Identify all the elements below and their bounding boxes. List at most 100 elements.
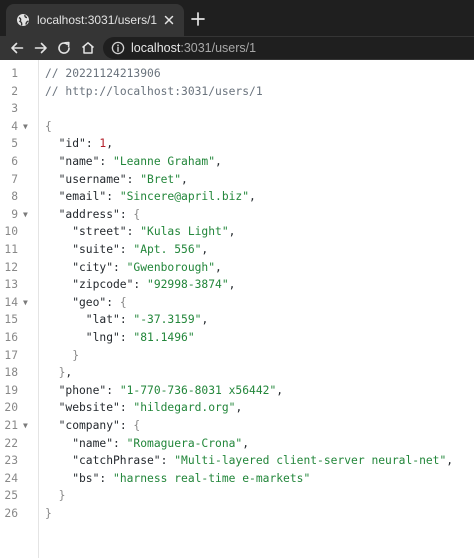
code-text: "geo": { bbox=[45, 294, 127, 312]
code-line: 19 "phone": "1-770-736-8031 x56442", bbox=[0, 382, 474, 400]
token-brace: } bbox=[72, 348, 79, 362]
code-text: "website": "hildegard.org", bbox=[45, 399, 243, 417]
code-line: 20 "website": "hildegard.org", bbox=[0, 399, 474, 417]
reload-icon[interactable] bbox=[56, 40, 72, 56]
token-comment: // 20221124213906 bbox=[45, 67, 161, 80]
line-number: 12 bbox=[4, 260, 18, 274]
fold-toggle-icon[interactable]: ▼ bbox=[23, 118, 28, 136]
code-text: "username": "Bret", bbox=[45, 171, 188, 189]
token-punct: , bbox=[249, 190, 256, 204]
line-number: 7 bbox=[11, 172, 18, 186]
fold-toggle-icon[interactable]: ▼ bbox=[23, 206, 28, 224]
token-punct: : bbox=[106, 383, 120, 397]
line-number: 1 bbox=[11, 67, 18, 80]
token-str: "1-770-736-8031 x56442" bbox=[119, 383, 277, 397]
token-str: "-37.3159" bbox=[133, 313, 202, 327]
token-punct: , bbox=[235, 401, 243, 415]
url-path: :3031/users/1 bbox=[180, 41, 257, 55]
token-key: "suite" bbox=[72, 243, 120, 256]
globe-icon bbox=[17, 14, 29, 26]
token-key: "zipcode" bbox=[72, 278, 134, 292]
token-punct: , bbox=[276, 383, 284, 397]
token-punct: , bbox=[201, 243, 209, 256]
token-brace: { bbox=[133, 419, 141, 432]
code-text: } bbox=[45, 505, 52, 523]
url-host: localhost bbox=[131, 41, 181, 55]
token-comment: // http://localhost:3031/users/1 bbox=[45, 84, 263, 98]
token-brace: { bbox=[133, 207, 141, 221]
new-tab-plus-icon[interactable] bbox=[189, 10, 207, 28]
token-punct: : bbox=[113, 436, 127, 450]
code-line: 4 ▼ { bbox=[0, 118, 474, 136]
browser-tab[interactable]: localhost:3031/users/1 bbox=[6, 4, 184, 36]
token-brace: { bbox=[119, 295, 127, 309]
code-line: 5 "id": 1, bbox=[0, 135, 474, 153]
line-number: 19 bbox=[4, 383, 18, 397]
code-text: "address": { bbox=[45, 206, 141, 224]
line-number: 5 bbox=[11, 137, 18, 151]
token-punct: : bbox=[160, 454, 175, 468]
code-text: "phone": "1-770-736-8031 x56442", bbox=[45, 382, 283, 400]
code-line: 3 bbox=[0, 100, 474, 118]
home-icon[interactable] bbox=[80, 40, 96, 56]
token-str: "Sincere@april.biz" bbox=[119, 190, 250, 204]
token-punct: : bbox=[106, 190, 120, 204]
line-number: 18 bbox=[4, 366, 18, 380]
code-text: } bbox=[45, 487, 66, 505]
code-line: 1 // 20221124213906 bbox=[0, 65, 474, 83]
line-number: 15 bbox=[4, 313, 18, 327]
line-number: 11 bbox=[4, 243, 18, 256]
token-key: "lat" bbox=[85, 313, 120, 327]
line-number: 17 bbox=[4, 348, 18, 362]
line-number: 3 bbox=[11, 102, 18, 116]
forward-arrow-icon[interactable] bbox=[33, 40, 49, 56]
line-number: 6 bbox=[11, 155, 18, 168]
code-text: "street": "Kulas Light", bbox=[45, 223, 235, 241]
back-arrow-icon[interactable] bbox=[9, 40, 25, 56]
line-number: 4 bbox=[11, 119, 18, 133]
token-punct: , bbox=[106, 137, 114, 151]
token-punct: , bbox=[228, 278, 236, 292]
code-text: }, bbox=[45, 364, 73, 382]
token-punct: , bbox=[201, 313, 209, 327]
url-text[interactable]: localhost:3031/users/1 bbox=[131, 37, 256, 59]
token-punct: : bbox=[119, 401, 134, 415]
code-line: 2 // http://localhost:3031/users/1 bbox=[0, 83, 474, 101]
token-str: "81.1496" bbox=[133, 331, 195, 344]
token-punct: : bbox=[119, 313, 134, 327]
line-number: 26 bbox=[4, 507, 18, 520]
code-line: 15 "lat": "-37.3159", bbox=[0, 311, 474, 329]
token-key: "website" bbox=[58, 401, 120, 415]
code-text: "company": { bbox=[45, 417, 141, 435]
code-line: 8 "email": "Sincere@april.biz", bbox=[0, 188, 474, 206]
address-bar[interactable]: localhost:3031/users/1 bbox=[103, 37, 474, 59]
token-punct: : bbox=[106, 295, 120, 309]
token-key: "username" bbox=[58, 172, 127, 186]
token-str: "Leanne Graham" bbox=[113, 155, 216, 168]
fold-toggle-icon[interactable]: ▼ bbox=[23, 417, 28, 435]
token-str: "92998-3874" bbox=[147, 278, 229, 292]
token-key: "geo" bbox=[72, 295, 107, 309]
token-punct: , bbox=[446, 454, 454, 468]
code-text: } bbox=[45, 347, 79, 365]
token-punct: : bbox=[133, 278, 148, 292]
token-key: "lng" bbox=[85, 331, 120, 344]
token-key: "name" bbox=[58, 155, 100, 168]
code-line: 25} bbox=[0, 487, 474, 505]
token-punct: : bbox=[99, 155, 114, 168]
token-key: "catchPhrase" bbox=[72, 454, 161, 468]
token-punct: , bbox=[181, 172, 188, 186]
line-number: 23 bbox=[4, 454, 18, 468]
site-info-icon[interactable] bbox=[111, 41, 125, 55]
token-punct: , bbox=[242, 436, 250, 450]
tab-title: localhost:3031/users/1 bbox=[37, 13, 158, 27]
token-brace: } bbox=[45, 507, 52, 520]
fold-toggle-icon[interactable]: ▼ bbox=[23, 294, 28, 312]
token-str: "Apt. 556" bbox=[133, 243, 202, 256]
close-icon[interactable] bbox=[162, 13, 176, 27]
code-line: 16 "lng": "81.1496" bbox=[0, 329, 474, 347]
code-line: 11 "suite": "Apt. 556", bbox=[0, 241, 474, 259]
line-number: 16 bbox=[4, 331, 18, 344]
code-text: "name": "Romaguera-Crona", bbox=[45, 435, 249, 453]
code-line: 23 "catchPhrase": "Multi-layered client-s… bbox=[0, 452, 474, 470]
